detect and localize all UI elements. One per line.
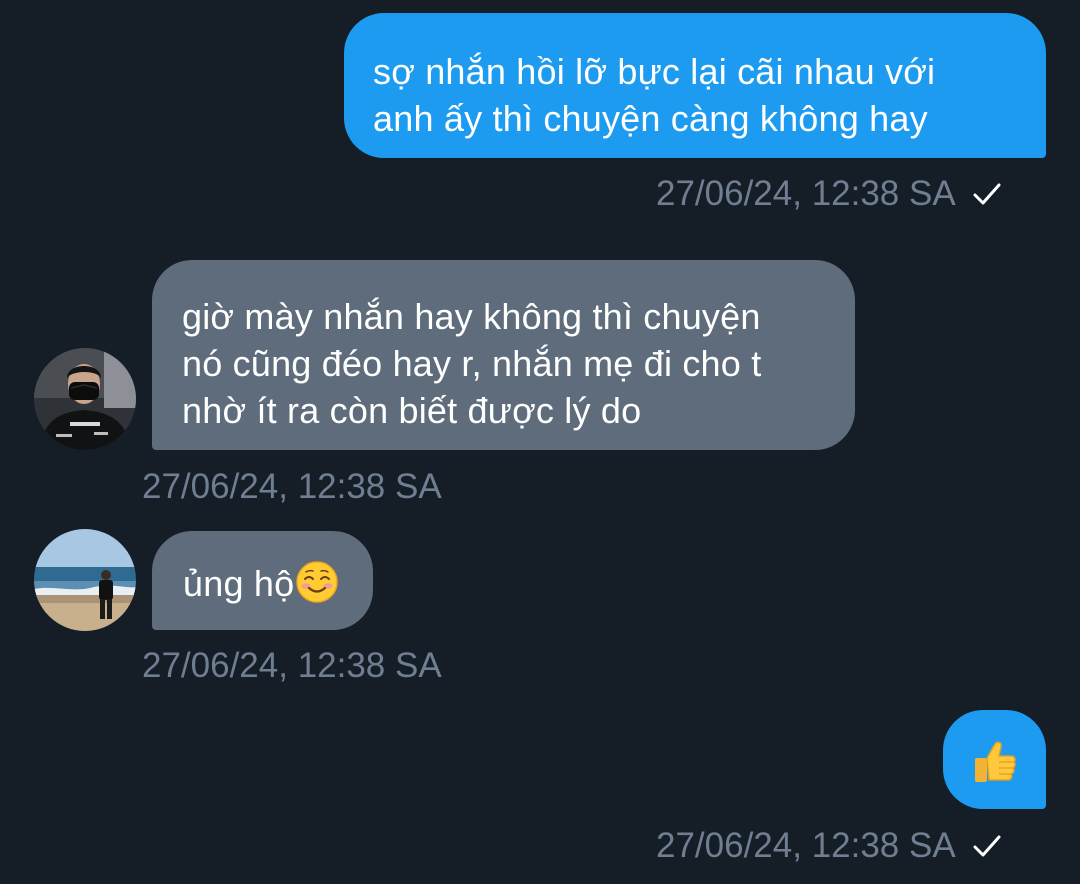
message-text-line: nó cũng đéo hay r, nhắn mẹ đi cho t bbox=[182, 343, 762, 384]
message-timestamp: 27/06/24, 12:38 SA bbox=[142, 646, 442, 686]
timestamp-text: 27/06/24, 12:38 SA bbox=[142, 646, 442, 685]
incoming-message-bubble[interactable]: ủng hộ bbox=[152, 531, 373, 630]
timestamp-text: 27/06/24, 12:38 SA bbox=[656, 174, 956, 213]
incoming-message-bubble[interactable]: giờ mày nhắn hay không thì chuyện nó cũn… bbox=[152, 260, 855, 450]
message-text-line: nhờ ít ra còn biết được lý do bbox=[182, 390, 642, 431]
thumbs-up-emoji bbox=[975, 741, 1016, 782]
message-text: ủng hộ bbox=[183, 563, 295, 604]
timestamp-text: 27/06/24, 12:38 SA bbox=[142, 467, 442, 506]
message-timestamp: 27/06/24, 12:38 SA bbox=[142, 467, 442, 507]
message-text-line: anh ấy thì chuyện càng không hay bbox=[373, 98, 928, 139]
smiling-face-emoji bbox=[296, 561, 339, 603]
message-text-line: giờ mày nhắn hay không thì chuyện bbox=[182, 296, 761, 337]
outgoing-message-bubble[interactable]: sợ nhắn hồi lỡ bực lại cãi nhau với anh … bbox=[344, 13, 1046, 158]
message-text-line: ủng hộ bbox=[183, 560, 373, 607]
check-icon bbox=[973, 183, 1001, 205]
check-icon bbox=[973, 835, 1001, 857]
avatar-masked-person[interactable] bbox=[34, 348, 136, 450]
message-timestamp: 27/06/24, 12:38 SA bbox=[656, 174, 1002, 214]
timestamp-text: 27/06/24, 12:38 SA bbox=[656, 826, 956, 865]
avatar-beach-person[interactable] bbox=[34, 529, 136, 631]
chat-thread: sợ nhắn hồi lỡ bực lại cãi nhau với anh … bbox=[0, 0, 1080, 884]
message-timestamp: 27/06/24, 12:38 SA bbox=[656, 826, 1002, 866]
message-text-line: sợ nhắn hồi lỡ bực lại cãi nhau với bbox=[373, 51, 936, 92]
